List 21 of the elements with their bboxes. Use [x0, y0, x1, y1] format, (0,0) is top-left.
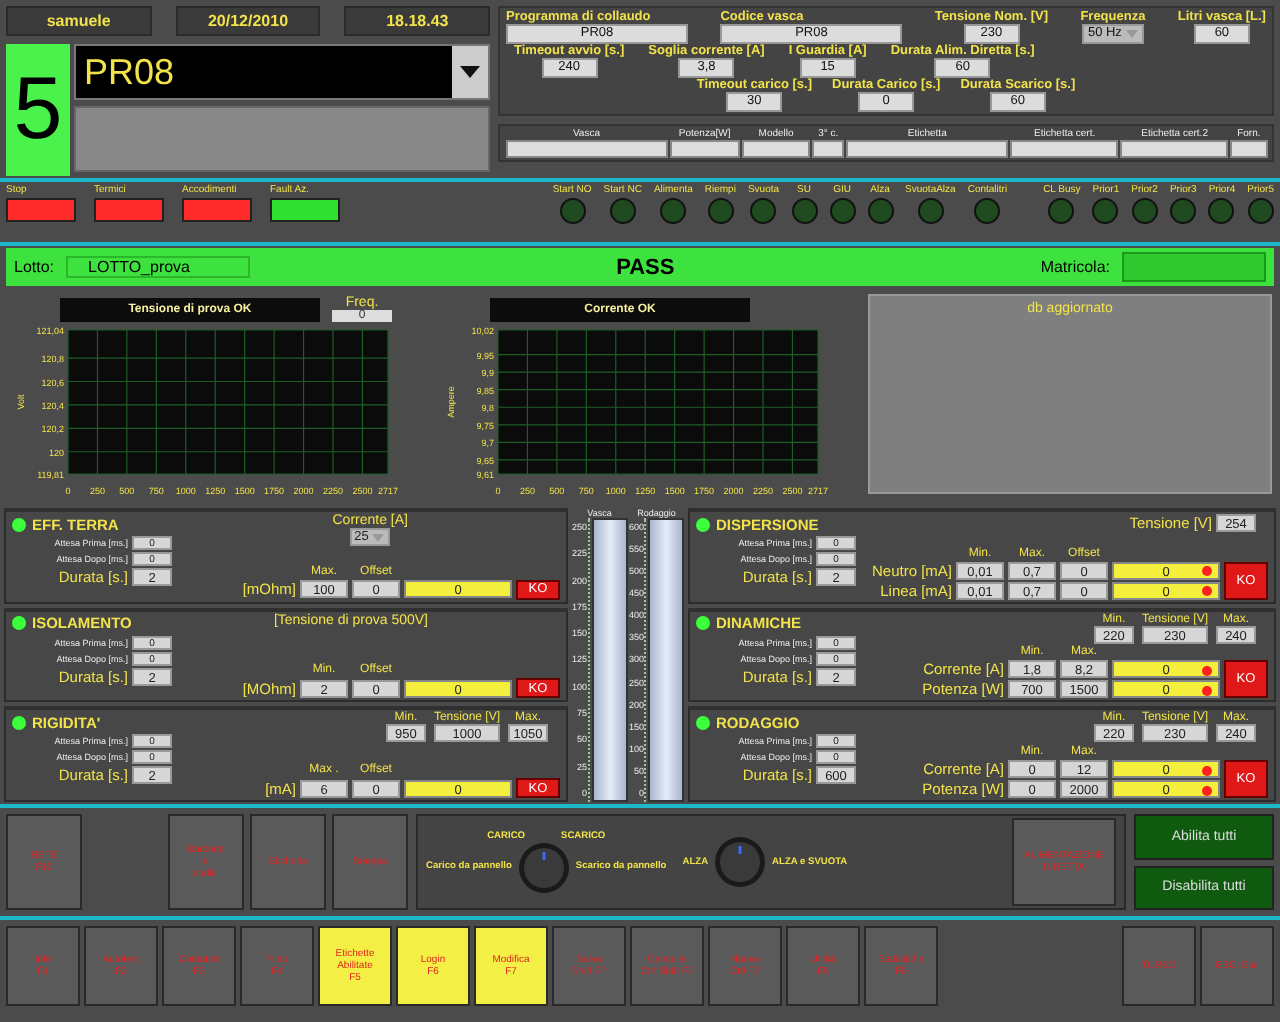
caret-icon [460, 66, 480, 78]
program-dropdown[interactable]: PR08 [74, 44, 490, 100]
rotary-knob[interactable] [714, 836, 767, 888]
table-cell [1120, 140, 1229, 158]
table-cell [1230, 140, 1268, 158]
time-display: 18.18.43 [344, 6, 491, 36]
lot-field[interactable]: LOTTO_prova [66, 256, 251, 278]
caret-icon [1125, 30, 1138, 38]
date-display: 20/12/2010 [175, 6, 321, 36]
serial-field[interactable] [1122, 252, 1266, 282]
user-name: samuele [6, 6, 152, 36]
rotary-knob[interactable] [517, 841, 570, 893]
lot-label: Lotto: [14, 258, 55, 276]
table-cell [812, 140, 844, 158]
serial-label: Matricola: [1040, 258, 1110, 276]
table-cell [741, 140, 811, 158]
station-number: 5 [6, 44, 70, 176]
caret-icon [372, 533, 385, 541]
table-cell [1010, 140, 1119, 158]
test-result: PASS [614, 255, 677, 279]
table-cell [669, 140, 740, 158]
